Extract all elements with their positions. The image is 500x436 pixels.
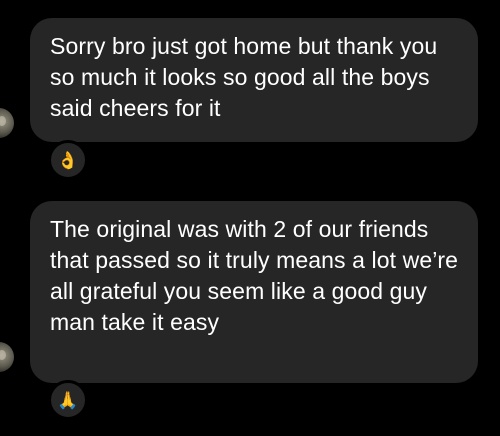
message-bubble[interactable]: Sorry bro just got home but thank you so… bbox=[30, 18, 478, 142]
reaction-emoji: 👌 bbox=[57, 150, 79, 170]
folded-hands-reaction-icon[interactable]: 🙏 bbox=[48, 380, 88, 420]
sender-avatar[interactable] bbox=[0, 342, 14, 372]
sender-avatar[interactable] bbox=[0, 108, 14, 138]
message-text: The original was with 2 of our friends t… bbox=[50, 216, 459, 335]
reaction-emoji: 🙏 bbox=[57, 390, 79, 410]
message-text: Sorry bro just got home but thank you so… bbox=[50, 33, 438, 121]
message-bubble[interactable]: The original was with 2 of our friends t… bbox=[30, 201, 478, 383]
ok-hand-reaction-icon[interactable]: 👌 bbox=[48, 140, 88, 180]
